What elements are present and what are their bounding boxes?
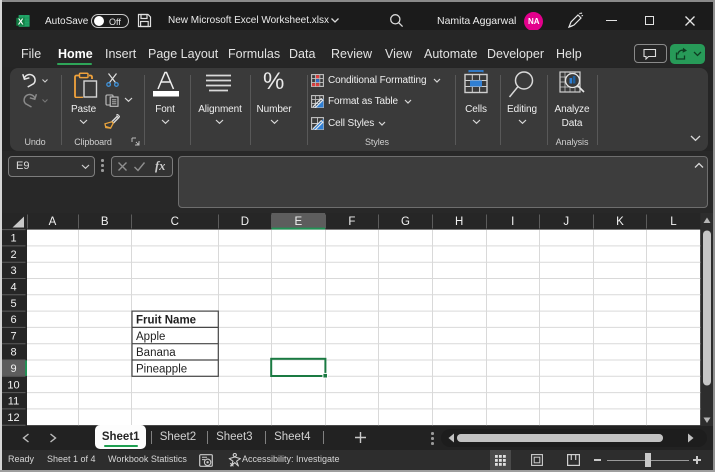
svg-text:9: 9 [10, 363, 16, 375]
svg-text:D: D [241, 216, 249, 228]
svg-text:6: 6 [10, 314, 16, 326]
svg-text:Pineapple: Pineapple [136, 363, 187, 375]
svg-text:5: 5 [10, 298, 16, 310]
svg-text:C: C [171, 216, 179, 228]
svg-text:4: 4 [10, 282, 16, 294]
svg-text:A: A [49, 216, 57, 228]
svg-text:3: 3 [10, 265, 16, 277]
svg-text:X: X [18, 16, 24, 26]
svg-text:L: L [670, 216, 677, 228]
svg-text:11: 11 [8, 396, 19, 408]
svg-text:E: E [294, 216, 302, 228]
svg-text:H: H [455, 216, 463, 228]
svg-text:J: J [563, 216, 569, 228]
svg-text:K: K [616, 216, 624, 228]
svg-text:B: B [101, 216, 109, 228]
svg-text:7: 7 [10, 330, 16, 342]
svg-text:Fruit Name: Fruit Name [136, 315, 196, 327]
svg-text:G: G [401, 216, 410, 228]
svg-text:Banana: Banana [136, 347, 176, 359]
svg-text:8: 8 [10, 347, 16, 359]
svg-text:I: I [511, 216, 514, 228]
svg-text:10: 10 [7, 379, 19, 391]
svg-text:1: 1 [10, 233, 16, 245]
svg-text:12: 12 [7, 412, 19, 424]
svg-text:F: F [348, 216, 355, 228]
svg-text:2: 2 [10, 249, 16, 261]
svg-text:Apple: Apple [136, 331, 165, 343]
